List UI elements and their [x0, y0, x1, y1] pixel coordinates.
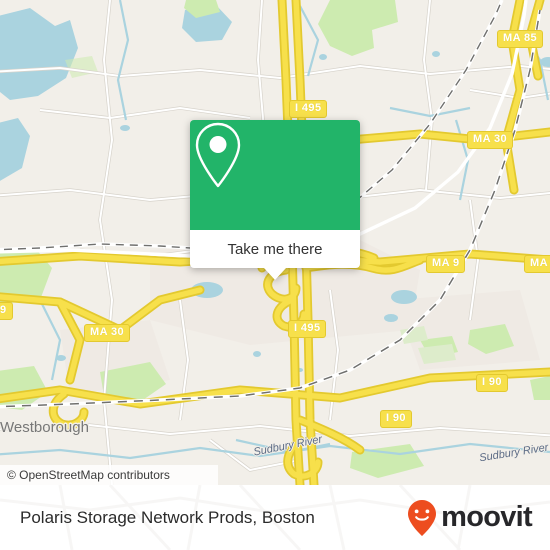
moovit-wordmark: moovit	[441, 501, 533, 533]
moovit-logo[interactable]: moovit	[407, 485, 533, 550]
moovit-eye-left	[414, 509, 419, 513]
road-shield-i90-west[interactable]: I 90	[380, 410, 412, 428]
road-shield-i90-east[interactable]: I 90	[476, 374, 508, 392]
popup-pointer-tail	[264, 268, 286, 280]
osm-attribution[interactable]: © OpenStreetMap contributors	[0, 465, 218, 485]
popup-header	[190, 120, 360, 230]
moovit-eye-right	[425, 509, 430, 513]
place-label-westborough: Westborough	[0, 419, 89, 436]
location-title: Polaris Storage Network Prods, Boston	[20, 485, 315, 550]
location-popup[interactable]: Take me there	[190, 120, 360, 280]
road-shield-ma30-east[interactable]: MA 30	[467, 131, 513, 149]
road-shield-i495-mid[interactable]: I 495	[288, 320, 327, 338]
road-shield-ma9-left-edge[interactable]: 9	[0, 302, 13, 320]
location-title-text: Polaris Storage Network Prods, Boston	[20, 507, 315, 527]
road-shield-ma85-right[interactable]: MA 8	[524, 255, 550, 273]
take-me-there-label: Take me there	[227, 240, 323, 258]
map-pin-icon	[195, 122, 241, 188]
road-shield-ma9[interactable]: MA 9	[426, 255, 466, 273]
moovit-map-screenshot: MA 85 I 495 MA 30 MA 9 MA 8 9 MA 30 I 49…	[0, 0, 550, 550]
bottom-info-bar: Polaris Storage Network Prods, Boston mo…	[0, 485, 550, 550]
road-shield-ma85-top[interactable]: MA 85	[497, 30, 543, 48]
map-canvas[interactable]: MA 85 I 495 MA 30 MA 9 MA 8 9 MA 30 I 49…	[0, 0, 550, 485]
take-me-there-button[interactable]: Take me there	[190, 230, 360, 268]
road-shield-i495-top[interactable]: I 495	[289, 100, 328, 118]
road-shield-ma30-west[interactable]: MA 30	[84, 324, 130, 342]
moovit-pin-icon	[408, 499, 437, 536]
